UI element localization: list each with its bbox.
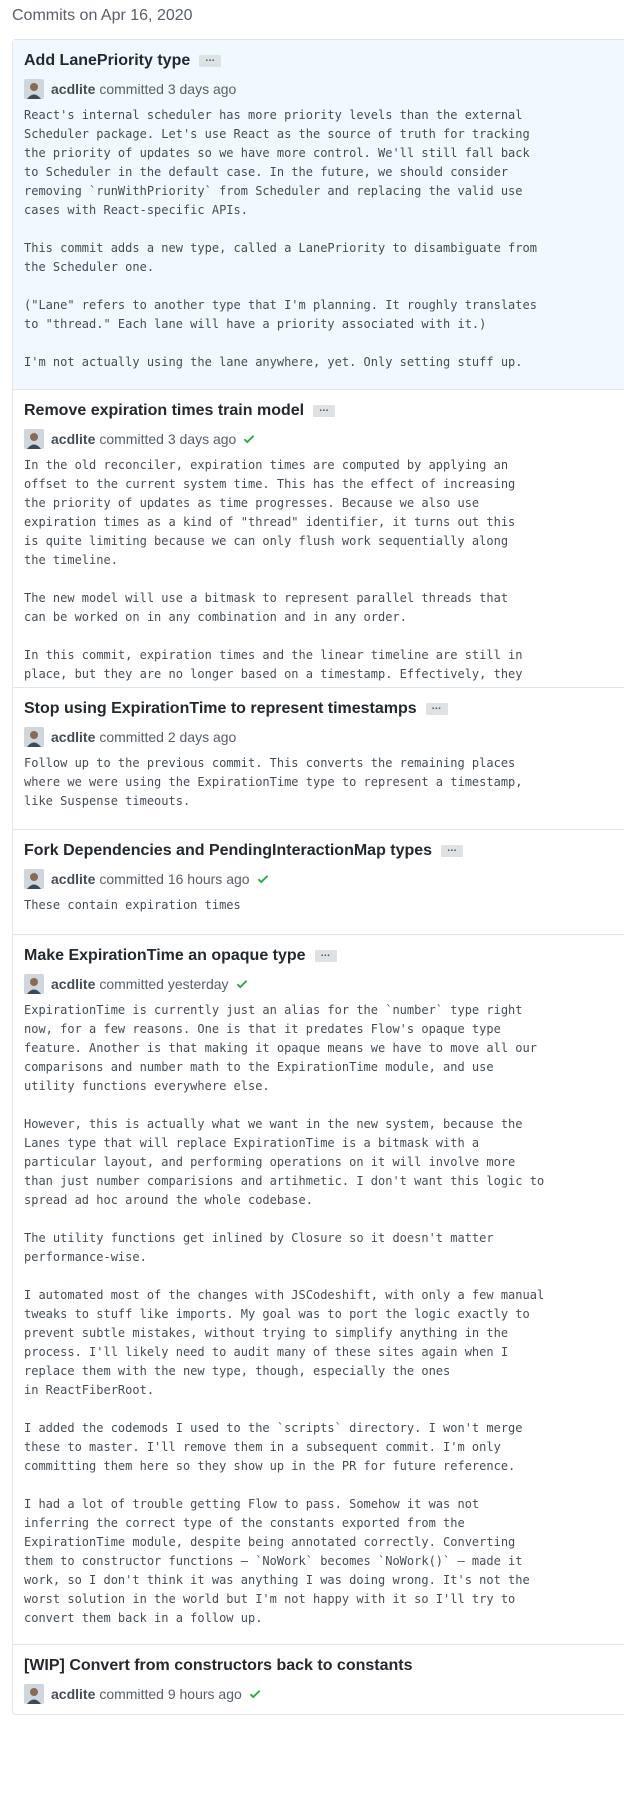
author-avatar[interactable] [24, 1684, 44, 1704]
commit-message-body: These contain expiration times [24, 898, 241, 912]
author-avatar[interactable] [24, 79, 44, 99]
ellipsis-label: … [205, 53, 216, 64]
commit-title-link[interactable]: Make ExpirationTime an opaque type [24, 947, 306, 965]
commit-time: committed 2 days ago [99, 729, 237, 745]
commit-item: Remove expiration times train model … ac… [13, 389, 624, 687]
check-icon[interactable] [248, 1687, 262, 1701]
ellipsis-label: … [320, 948, 331, 959]
commit-time: committed 3 days ago [99, 431, 237, 447]
commit-item: [WIP] Convert from constructors back to … [13, 1644, 624, 1714]
commit-message-body: Follow up to the previous commit. This c… [24, 756, 523, 808]
author-link[interactable]: acdlite [51, 871, 95, 887]
commit-message-body: In the old reconciler, expiration times … [24, 458, 523, 687]
author-link[interactable]: acdlite [51, 1686, 95, 1702]
author-link[interactable]: acdlite [51, 81, 95, 97]
commit-time: committed yesterday [99, 976, 229, 992]
check-icon[interactable] [242, 432, 256, 446]
expand-message-button[interactable]: … [314, 948, 337, 962]
commit-list: Add LanePriority type … acdlite committe… [12, 39, 624, 1715]
check-icon[interactable] [256, 872, 270, 886]
commit-item: Add LanePriority type … acdlite committe… [13, 40, 624, 389]
check-icon[interactable] [235, 977, 249, 991]
expand-message-button[interactable]: … [441, 843, 464, 857]
commit-title-link[interactable]: [WIP] Convert from constructors back to … [24, 1657, 413, 1675]
author-avatar[interactable] [24, 727, 44, 747]
ellipsis-label: … [446, 843, 458, 854]
commit-title-link[interactable]: Fork Dependencies and PendingInteraction… [24, 842, 432, 860]
author-link[interactable]: acdlite [51, 431, 95, 447]
expand-message-button[interactable]: … [313, 403, 336, 417]
author-avatar[interactable] [24, 429, 44, 449]
commit-item: Stop using ExpirationTime to represent t… [13, 687, 624, 829]
author-avatar[interactable] [24, 869, 44, 889]
commit-title-link[interactable]: Remove expiration times train model [24, 402, 304, 420]
commit-message-body: ExpirationTime is currently just an alia… [24, 1003, 545, 1625]
author-link[interactable]: acdlite [51, 729, 95, 745]
commit-title-link[interactable]: Stop using ExpirationTime to represent t… [24, 700, 417, 718]
commit-time: committed 9 hours ago [99, 1686, 242, 1702]
commit-title-link[interactable]: Add LanePriority type [24, 52, 190, 70]
commits-page: Commits on Apr 16, 2020 Add LanePriority… [0, 0, 624, 1715]
author-link[interactable]: acdlite [51, 976, 95, 992]
commits-date-header: Commits on Apr 16, 2020 [12, 7, 193, 24]
commit-time: committed 16 hours ago [99, 871, 250, 887]
ellipsis-label: … [431, 701, 442, 712]
author-avatar[interactable] [24, 974, 44, 994]
commit-message-body: React's internal scheduler has more prio… [24, 108, 537, 369]
commit-time: committed 3 days ago [99, 81, 237, 97]
commit-item: Fork Dependencies and PendingInteraction… [13, 829, 624, 934]
ellipsis-label: … [318, 403, 330, 414]
commit-item: Make ExpirationTime an opaque type … acd… [13, 934, 624, 1644]
expand-message-button[interactable]: … [425, 701, 448, 715]
expand-message-button[interactable]: … [199, 53, 222, 67]
